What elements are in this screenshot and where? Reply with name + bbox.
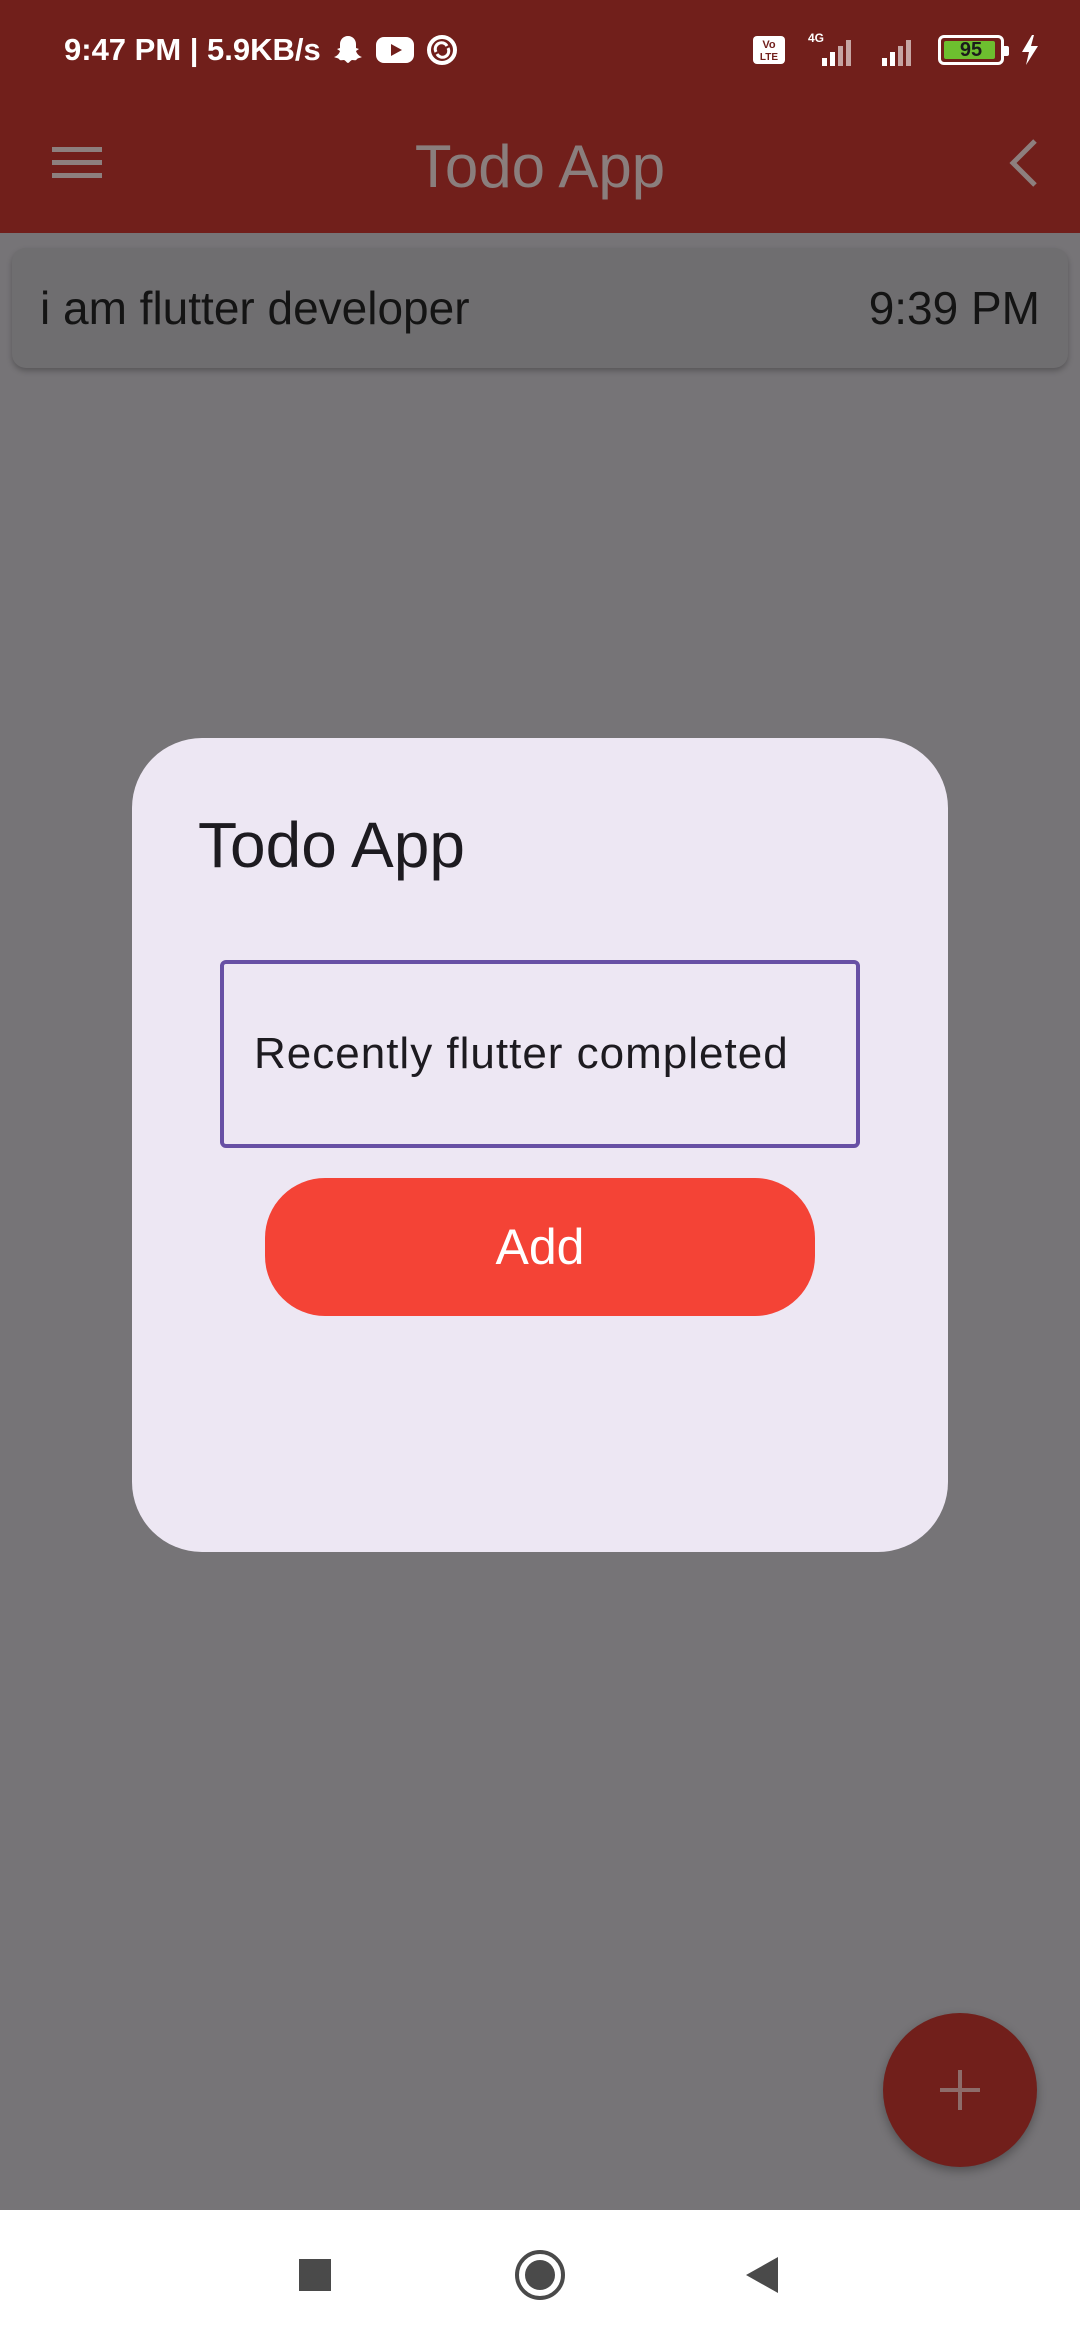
todo-input-field[interactable] <box>220 960 860 1148</box>
battery-icon: 95 <box>938 35 1009 65</box>
plus-icon <box>940 2070 980 2110</box>
top-bar: 9:47 PM | 5.9KB/s Vo LTE 4G 95 Todo App <box>0 0 1080 233</box>
youtube-icon <box>375 35 415 65</box>
back-triangle-icon <box>746 2257 778 2293</box>
add-fab[interactable] <box>883 2013 1037 2167</box>
add-button[interactable]: Add <box>265 1178 815 1316</box>
charging-icon <box>1020 33 1040 67</box>
nav-back-button[interactable] <box>722 2235 802 2315</box>
system-nav-bar <box>0 2210 1080 2340</box>
app-bar: Todo App <box>0 100 1080 233</box>
add-todo-dialog: Todo App Add <box>132 738 948 1552</box>
back-button[interactable] <box>992 130 1058 196</box>
recents-square-icon <box>299 2259 331 2291</box>
dialog-title: Todo App <box>198 809 465 881</box>
todo-item-time: 9:39 PM <box>868 282 1040 334</box>
status-bar: 9:47 PM | 5.9KB/s Vo LTE 4G 95 <box>0 0 1080 100</box>
chevron-left-icon <box>1009 139 1037 187</box>
snapchat-icon <box>331 33 365 67</box>
home-circle-icon <box>515 2250 565 2300</box>
home-button[interactable] <box>500 2235 580 2315</box>
recents-button[interactable] <box>275 2235 355 2315</box>
svg-text:4G: 4G <box>808 31 824 45</box>
volte-icon: Vo LTE <box>752 35 786 65</box>
app-title: Todo App <box>414 133 666 200</box>
status-time-speed: 9:47 PM | 5.9KB/s <box>64 32 321 67</box>
svg-text:Vo: Vo <box>762 39 776 51</box>
battery-level: 95 <box>959 38 983 61</box>
screen: 9:47 PM | 5.9KB/s Vo LTE 4G 95 Todo App … <box>0 0 1080 2340</box>
signal-icon <box>878 30 922 70</box>
status-right: Vo LTE 4G 95 <box>752 28 1040 72</box>
signal-icon: 4G <box>802 30 862 70</box>
status-left: 9:47 PM | 5.9KB/s <box>64 30 459 70</box>
todo-item-text: i am flutter developer <box>40 282 470 334</box>
svg-text:LTE: LTE <box>760 52 778 63</box>
todo-item-card[interactable]: i am flutter developer 9:39 PM <box>12 248 1068 368</box>
sync-icon <box>425 33 459 67</box>
